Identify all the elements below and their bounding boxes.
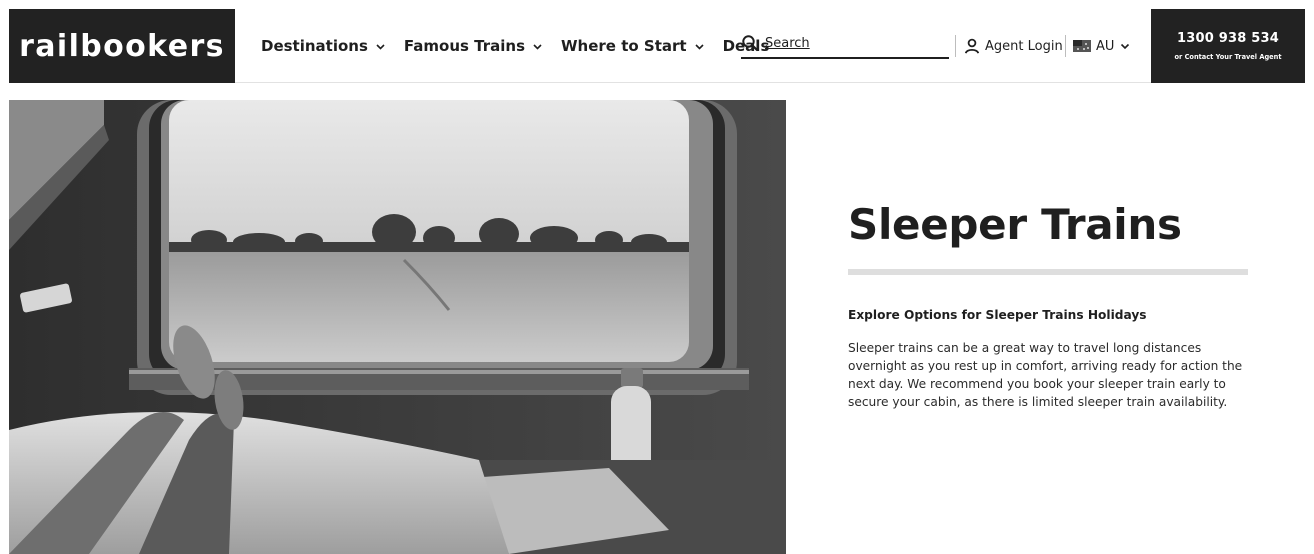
railbookers-logo[interactable]: railbookers [9,9,235,83]
nav-item-where-to-start[interactable]: Where to Start [561,37,705,55]
nav-item-label: Destinations [261,37,368,55]
phone-number[interactable]: 1300 938 534 [1177,31,1279,46]
contact-box[interactable]: 1300 938 534 or Contact Your Travel Agen… [1151,9,1305,83]
hero-content: Sleeper Trains Explore Options for Sleep… [848,100,1248,411]
hero-image [9,100,786,554]
main-nav: Destinations Famous Trains Where to Star… [261,9,769,83]
chevron-down-icon [532,41,543,52]
nav-item-famous-trains[interactable]: Famous Trains [404,37,543,55]
nav-item-label: Where to Start [561,37,687,55]
header-divider [1065,35,1066,57]
nav-item-label: Famous Trains [403,37,525,55]
australia-flag-icon [1073,40,1091,52]
section-subtitle: Explore Options for Sleeper Trains Holid… [848,308,1147,323]
agent-login-link[interactable]: Agent Login [964,9,1063,83]
title-divider [848,269,1248,276]
search-input[interactable] [765,33,935,53]
logo-text: railbookers [19,28,225,64]
agent-login-label: Agent Login [985,38,1063,54]
chevron-down-icon [1120,41,1130,51]
intro-paragraph: Sleeper trains can be a great way to tra… [848,341,1243,410]
header-divider [955,35,956,57]
search-icon[interactable] [741,34,759,52]
page-title: Sleeper Trains [848,200,1182,249]
locale-selector[interactable]: AU [1073,9,1130,83]
site-header: railbookers Destinations Famous Trains W… [9,9,1305,83]
search-bar[interactable] [741,33,949,59]
nav-item-destinations[interactable]: Destinations [261,37,386,55]
chevron-down-icon [375,41,386,52]
user-icon [964,38,980,54]
contact-travel-agent[interactable]: or Contact Your Travel Agent [1175,53,1282,61]
locale-label: AU [1096,38,1115,54]
chevron-down-icon [694,41,705,52]
